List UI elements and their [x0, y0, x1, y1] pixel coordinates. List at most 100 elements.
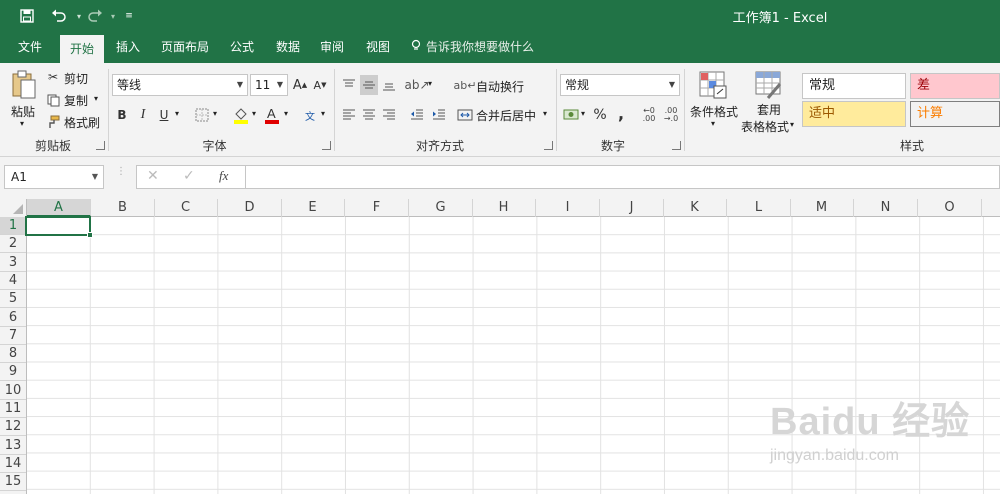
- column-header[interactable]: A: [27, 199, 91, 217]
- decrease-indent-icon[interactable]: [408, 105, 426, 125]
- active-cell[interactable]: [25, 216, 93, 238]
- row-header[interactable]: 10: [0, 382, 26, 400]
- column-header[interactable]: B: [91, 199, 155, 217]
- tab-data[interactable]: 数据: [268, 32, 308, 63]
- tab-view[interactable]: 视图: [358, 32, 398, 63]
- column-header[interactable]: L: [727, 199, 791, 217]
- row-header[interactable]: 15: [0, 473, 26, 492]
- fill-color-icon[interactable]: [232, 105, 250, 125]
- row-header[interactable]: 12: [0, 418, 26, 437]
- comma-button[interactable]: ,: [614, 103, 628, 123]
- increase-indent-icon[interactable]: [430, 105, 448, 125]
- align-top-icon[interactable]: [340, 75, 358, 95]
- row-header[interactable]: 7: [0, 327, 26, 345]
- row-header[interactable]: 14: [0, 455, 26, 473]
- cut-button[interactable]: 剪切: [64, 70, 88, 87]
- fill-handle[interactable]: [87, 232, 93, 238]
- row-header[interactable]: 1: [0, 217, 26, 235]
- enter-icon[interactable]: ✓: [183, 168, 195, 184]
- increase-decimal-icon[interactable]: ←0.00: [640, 105, 658, 125]
- style-bad[interactable]: 差: [910, 73, 1000, 99]
- font-launcher-icon[interactable]: [322, 141, 331, 150]
- row-header[interactable]: 3: [0, 254, 26, 272]
- row-header[interactable]: 4: [0, 272, 26, 290]
- align-bottom-icon[interactable]: [380, 75, 398, 95]
- format-as-table-dropdown-icon[interactable]: ▾: [790, 120, 794, 129]
- copy-dropdown-icon[interactable]: ▾: [94, 94, 98, 103]
- name-box[interactable]: A1 ▼: [4, 165, 104, 189]
- row-header[interactable]: 6: [0, 309, 26, 327]
- italic-button[interactable]: I: [135, 105, 151, 125]
- fill-color-dropdown-icon[interactable]: ▾: [252, 109, 256, 118]
- save-icon[interactable]: [16, 5, 38, 27]
- column-header[interactable]: H: [472, 199, 536, 217]
- accounting-format-icon[interactable]: [562, 105, 580, 125]
- column-header[interactable]: D: [218, 199, 282, 217]
- undo-icon[interactable]: [48, 5, 70, 27]
- align-left-icon[interactable]: [340, 105, 358, 125]
- row-header[interactable]: 13: [0, 437, 26, 455]
- borders-icon[interactable]: [194, 107, 210, 123]
- format-as-table-line1[interactable]: 套用: [757, 101, 781, 118]
- tab-review[interactable]: 审阅: [312, 32, 352, 63]
- select-all-button[interactable]: [0, 199, 27, 217]
- insert-function-button[interactable]: fx: [219, 168, 228, 184]
- tab-home[interactable]: 开始: [60, 35, 104, 63]
- conditional-formatting-button[interactable]: 条件格式: [690, 103, 738, 120]
- column-header[interactable]: E: [281, 199, 345, 217]
- row-header[interactable]: 11: [0, 400, 26, 418]
- number-format-combo[interactable]: 常规 ▼: [560, 74, 680, 96]
- column-header[interactable]: I: [536, 199, 600, 217]
- underline-dropdown-icon[interactable]: ▾: [175, 109, 179, 118]
- paste-icon[interactable]: [10, 69, 38, 101]
- style-neutral[interactable]: 适中: [802, 101, 906, 127]
- underline-button[interactable]: U: [156, 105, 172, 125]
- decrease-decimal-icon[interactable]: .00 →.0: [662, 105, 680, 125]
- paste-dropdown-icon[interactable]: ▾: [20, 119, 24, 128]
- row-header[interactable]: 9: [0, 363, 26, 382]
- align-center-icon[interactable]: [360, 105, 378, 125]
- align-right-icon[interactable]: [380, 105, 398, 125]
- column-header[interactable]: G: [409, 199, 473, 217]
- row-header[interactable]: 5: [0, 290, 26, 309]
- font-size-combo[interactable]: 11 ▼: [250, 74, 288, 96]
- column-header[interactable]: N: [854, 199, 918, 217]
- orientation-dropdown-icon[interactable]: ▾: [428, 79, 432, 88]
- format-as-table-button[interactable]: 表格格式: [741, 118, 789, 135]
- column-header[interactable]: F: [345, 199, 409, 217]
- number-launcher-icon[interactable]: [672, 141, 681, 150]
- column-header[interactable]: M: [790, 199, 854, 217]
- paste-button[interactable]: 粘贴: [11, 103, 35, 120]
- align-middle-icon[interactable]: [360, 75, 378, 95]
- orientation-icon[interactable]: ab↗: [404, 75, 429, 95]
- phonetic-dropdown-icon[interactable]: ▾: [321, 109, 325, 118]
- borders-dropdown-icon[interactable]: ▾: [213, 109, 217, 118]
- customize-qat-icon[interactable]: ≡: [118, 5, 140, 27]
- font-color-icon[interactable]: A: [263, 105, 281, 125]
- tab-page-layout[interactable]: 页面布局: [152, 32, 218, 63]
- clipboard-launcher-icon[interactable]: [96, 141, 105, 150]
- conditional-dropdown-icon[interactable]: ▾: [711, 119, 715, 128]
- tell-me-box[interactable]: 告诉我你想要做什么: [410, 32, 534, 63]
- column-header[interactable]: J: [600, 199, 664, 217]
- column-header[interactable]: C: [154, 199, 218, 217]
- style-normal[interactable]: 常规: [802, 73, 906, 99]
- bold-button[interactable]: B: [114, 105, 130, 125]
- copy-button[interactable]: 复制: [64, 92, 88, 109]
- row-header[interactable]: 2: [0, 235, 26, 254]
- percent-button[interactable]: %: [592, 105, 608, 125]
- row-header[interactable]: 8: [0, 345, 26, 364]
- column-header[interactable]: K: [663, 199, 727, 217]
- alignment-launcher-icon[interactable]: [544, 141, 553, 150]
- grow-font-icon[interactable]: A ▲: [292, 75, 308, 95]
- font-name-combo[interactable]: 等线 ▼: [112, 74, 248, 96]
- merge-dropdown-icon[interactable]: ▾: [543, 109, 547, 118]
- shrink-font-icon[interactable]: A ▼: [312, 75, 328, 95]
- column-header[interactable]: O: [918, 199, 982, 217]
- tab-insert[interactable]: 插入: [108, 32, 148, 63]
- tab-file[interactable]: 文件: [8, 32, 52, 63]
- cancel-icon[interactable]: ✕: [147, 168, 159, 184]
- format-painter-button[interactable]: 格式刷: [64, 114, 100, 131]
- wrap-text-button[interactable]: 自动换行: [476, 78, 524, 95]
- phonetic-icon[interactable]: 文: [300, 105, 320, 125]
